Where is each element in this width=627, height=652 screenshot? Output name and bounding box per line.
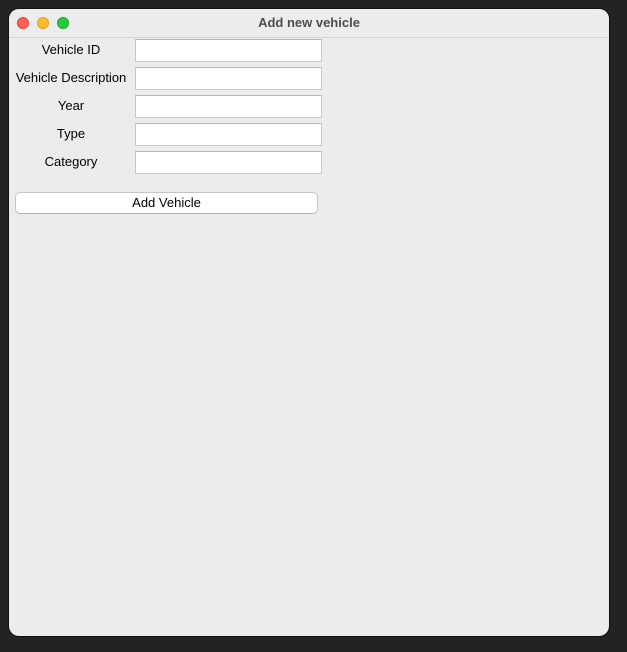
category-label: Category	[44, 154, 98, 169]
close-window-button[interactable]	[17, 17, 29, 29]
app-window: Add new vehicle Vehicle ID Vehicle Descr…	[9, 9, 609, 636]
form-row-year: Year	[9, 94, 329, 118]
vehicle-id-label: Vehicle ID	[41, 42, 101, 57]
vehicle-id-input[interactable]	[135, 39, 322, 62]
vehicle-description-label: Vehicle Description	[15, 70, 127, 85]
add-vehicle-button[interactable]: Add Vehicle	[15, 192, 318, 214]
year-label: Year	[57, 98, 85, 113]
form-row-category: Category	[9, 150, 329, 174]
form-row-vehicle-description: Vehicle Description	[9, 66, 329, 90]
type-label: Type	[56, 126, 86, 141]
category-input[interactable]	[135, 151, 322, 174]
form-row-vehicle-id: Vehicle ID	[9, 38, 329, 62]
window-title: Add new vehicle	[258, 15, 360, 30]
vehicle-description-input[interactable]	[135, 67, 322, 90]
title-bar[interactable]: Add new vehicle	[9, 9, 609, 38]
type-input[interactable]	[135, 123, 322, 146]
minimize-window-button[interactable]	[37, 17, 49, 29]
year-input[interactable]	[135, 95, 322, 118]
zoom-window-button[interactable]	[57, 17, 69, 29]
form-row-type: Type	[9, 122, 329, 146]
